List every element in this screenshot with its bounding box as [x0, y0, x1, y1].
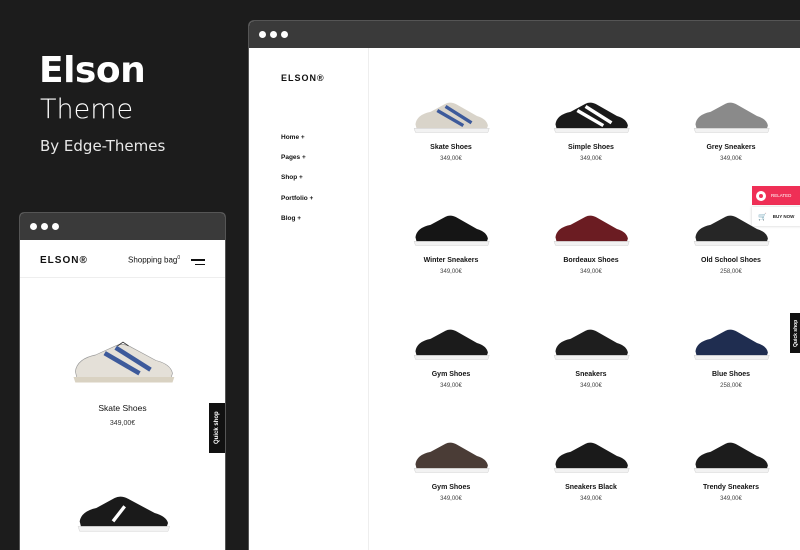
mobile-quick-shop-tab[interactable]: Quick shop [209, 403, 225, 453]
product-price: 349,00€ [580, 269, 602, 275]
desktop-sidebar: ELSON® Home + Pages + Shop + Portfolio +… [249, 48, 369, 550]
product-name[interactable]: Old School Shoes [661, 257, 800, 264]
promo-title: Elson [39, 50, 146, 91]
mobile-window: ELSON® Shopping bag0 Skate Shoes 349,00€… [19, 212, 226, 550]
product-card[interactable]: Bordeaux Shoes 349,00€ [521, 208, 661, 275]
product-image [693, 442, 770, 473]
header-divider [20, 277, 225, 278]
product-price: 258,00€ [720, 269, 742, 275]
product-image [413, 329, 490, 360]
cart-icon: 🛒 [758, 213, 767, 221]
related-icon [756, 190, 766, 201]
promo-subtitle: Theme [40, 94, 134, 125]
product-name[interactable]: Grey Sneakers [661, 144, 800, 151]
quick-shop-tab[interactable]: Quick shop [790, 313, 800, 353]
product-image [553, 442, 630, 473]
product-card[interactable]: Grey Sneakers 349,00€ [661, 95, 800, 162]
product-price: 349,00€ [580, 383, 602, 389]
product-price: 349,00€ [440, 496, 462, 502]
product-name[interactable]: Sneakers Black [521, 484, 661, 491]
nav-item-blog[interactable]: Blog + [281, 215, 313, 222]
product-name[interactable]: Simple Shoes [521, 144, 661, 151]
menu-icon[interactable] [191, 259, 205, 268]
shopping-bag-link[interactable]: Shopping bag0 [128, 255, 180, 265]
window-dot-icon [281, 31, 288, 38]
window-dot-icon [30, 223, 37, 230]
shopping-bag-label: Shopping bag [128, 255, 178, 265]
product-price: 349,00€ [720, 156, 742, 162]
buy-now-label: BUY NOW [772, 214, 795, 219]
promo-byline: By Edge-Themes [40, 137, 166, 155]
product-price: 349,00€ [580, 496, 602, 502]
product-card[interactable]: Trendy Sneakers 349,00€ [661, 435, 800, 502]
desktop-nav: Home + Pages + Shop + Portfolio + Blog + [281, 134, 313, 235]
product-image [413, 215, 490, 246]
product-name[interactable]: Gym Shoes [381, 484, 521, 491]
product-price: 349,00€ [440, 383, 462, 389]
product-price: 258,00€ [720, 383, 742, 389]
simple-shoe-image [77, 496, 170, 532]
product-name[interactable]: Winter Sneakers [381, 257, 521, 264]
product-card[interactable]: Simple Shoes 349,00€ [521, 95, 661, 162]
product-card[interactable]: Blue Shoes 258,00€ [661, 322, 800, 389]
mobile-product-card[interactable] [20, 488, 225, 543]
mobile-product-name[interactable]: Skate Shoes [20, 403, 225, 413]
buy-now-button[interactable]: 🛒 BUY NOW [752, 207, 800, 226]
mobile-logo[interactable]: ELSON® [40, 255, 88, 266]
product-name[interactable]: Bordeaux Shoes [521, 257, 661, 264]
nav-item-shop[interactable]: Shop + [281, 174, 313, 181]
product-name[interactable]: Blue Shoes [661, 371, 800, 378]
product-image [553, 329, 630, 360]
nav-item-portfolio[interactable]: Portfolio + [281, 195, 313, 202]
product-card[interactable]: Skate Shoes 349,00€ [381, 95, 521, 162]
product-price: 349,00€ [440, 156, 462, 162]
product-card[interactable]: Winter Sneakers 349,00€ [381, 208, 521, 275]
mobile-product-price: 349,00€ [109, 420, 136, 427]
window-dot-icon [259, 31, 266, 38]
product-card[interactable]: Sneakers Black 349,00€ [521, 435, 661, 502]
product-name[interactable]: Trendy Sneakers [661, 484, 800, 491]
product-image [693, 329, 770, 360]
product-card[interactable]: Sneakers 349,00€ [521, 322, 661, 389]
product-price: 349,00€ [580, 156, 602, 162]
shopping-bag-count: 0 [177, 255, 181, 261]
nav-item-pages[interactable]: Pages + [281, 154, 313, 161]
product-card[interactable]: Gym Shoes 349,00€ [381, 435, 521, 502]
product-price: 349,00€ [440, 269, 462, 275]
window-dot-icon [41, 223, 48, 230]
product-name[interactable]: Skate Shoes [381, 144, 521, 151]
desktop-window-bar [249, 21, 800, 48]
product-image [413, 102, 490, 133]
nav-item-home[interactable]: Home + [281, 134, 313, 141]
product-image [553, 102, 630, 133]
product-name[interactable]: Sneakers [521, 371, 661, 378]
skate-shoe-image [73, 341, 174, 383]
mobile-product-card[interactable]: Skate Shoes 349,00€ [20, 333, 225, 427]
desktop-logo[interactable]: ELSON® [281, 73, 325, 83]
related-button[interactable]: RELATED [752, 186, 800, 205]
window-dot-icon [52, 223, 59, 230]
mobile-window-bar [20, 213, 225, 240]
product-card[interactable]: Gym Shoes 349,00€ [381, 322, 521, 389]
window-dot-icon [270, 31, 277, 38]
desktop-window: ELSON® Home + Pages + Shop + Portfolio +… [248, 20, 800, 550]
product-image [413, 442, 490, 473]
product-image [693, 102, 770, 133]
related-label: RELATED [771, 193, 792, 198]
product-name[interactable]: Gym Shoes [381, 371, 521, 378]
product-price: 349,00€ [720, 496, 742, 502]
product-image [553, 215, 630, 246]
